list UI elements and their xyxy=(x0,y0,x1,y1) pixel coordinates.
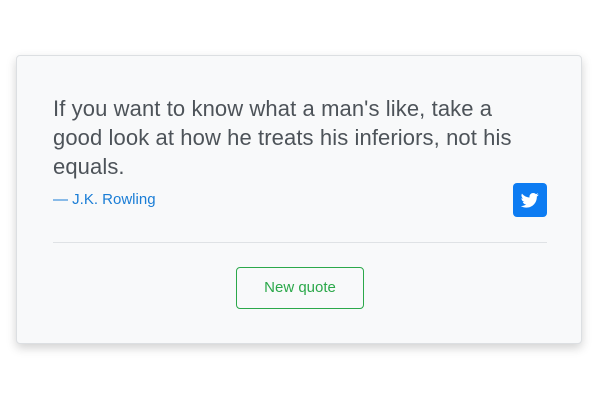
quote-card: If you want to know what a man's like, t… xyxy=(16,55,582,344)
author-row: — J.K. Rowling xyxy=(53,183,547,217)
quote-text: If you want to know what a man's like, t… xyxy=(53,96,512,179)
divider xyxy=(53,242,547,243)
tweet-button[interactable] xyxy=(513,183,547,217)
quote-author-link[interactable]: — J.K. Rowling xyxy=(53,191,156,209)
quote-body: If you want to know what a man's like, t… xyxy=(53,94,547,181)
twitter-icon xyxy=(521,191,539,209)
new-quote-button[interactable]: New quote xyxy=(236,267,364,309)
